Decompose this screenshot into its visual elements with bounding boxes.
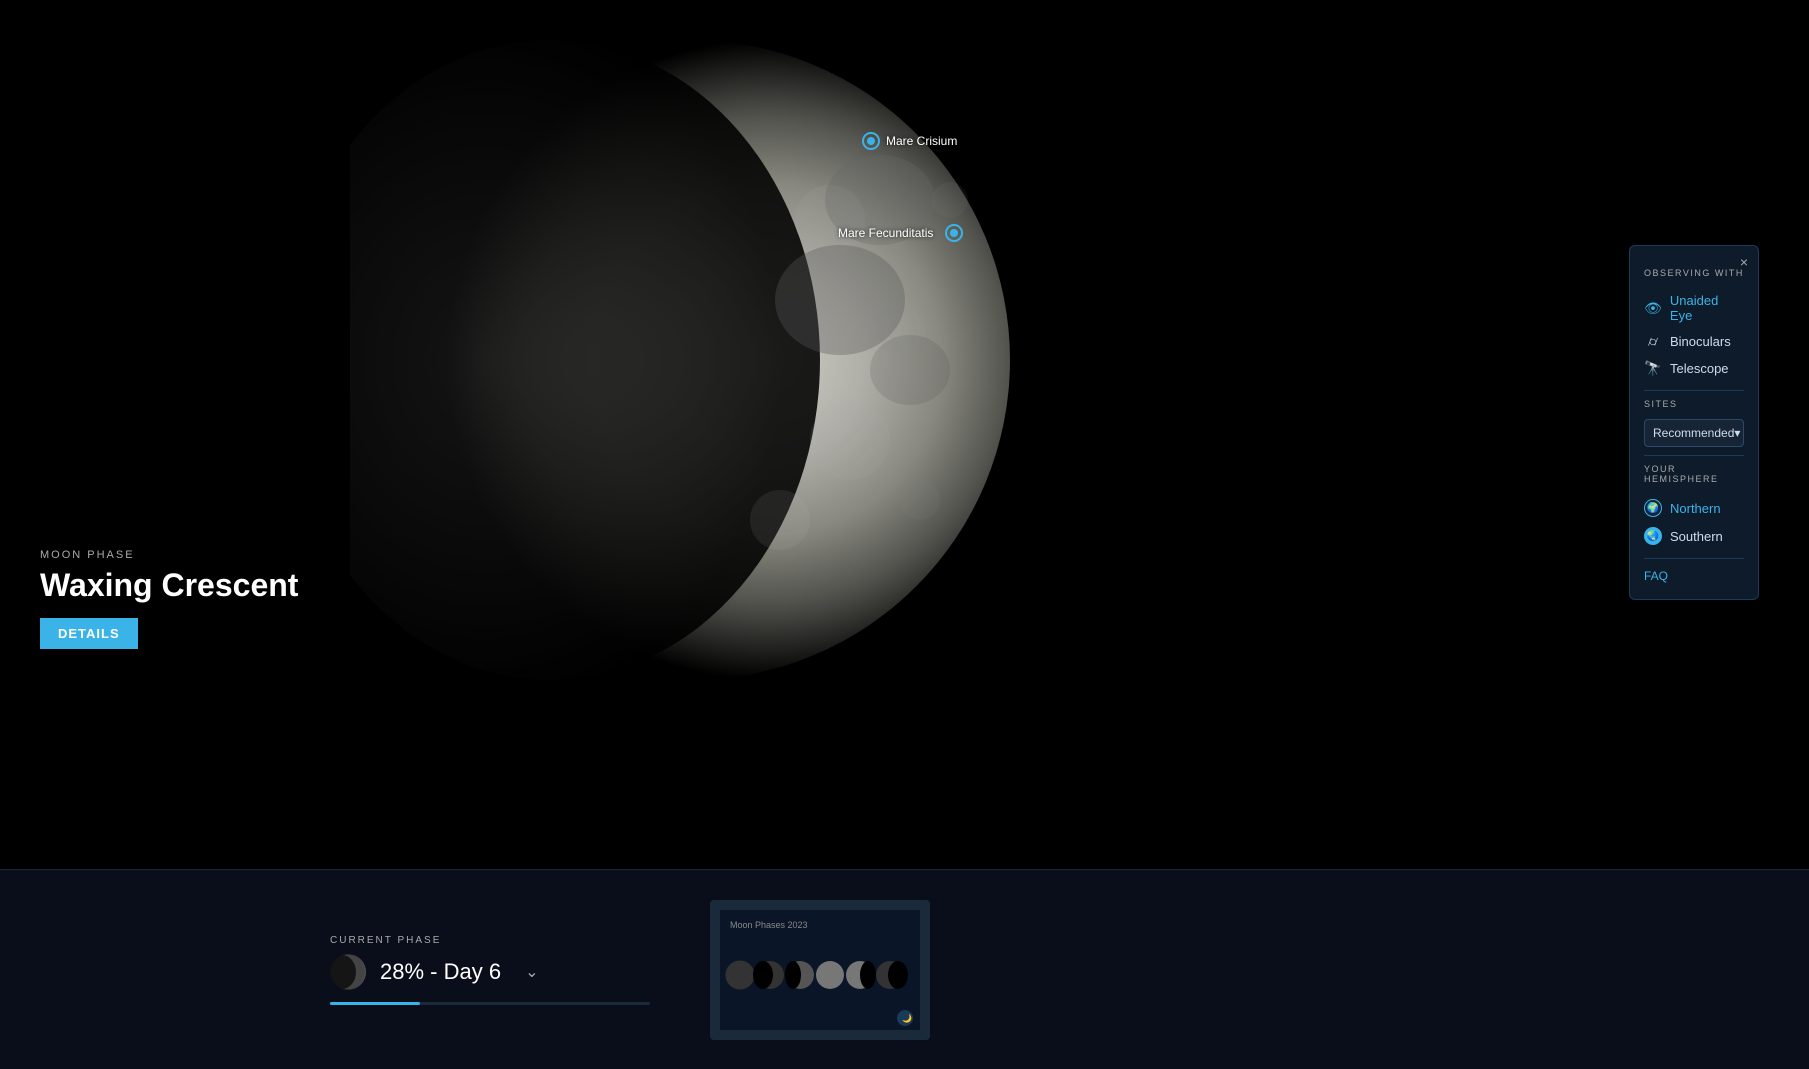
mare-fecunditatis-label: Mare Fecunditatis <box>838 226 933 240</box>
observing-with-title: OBSERVING WITH <box>1644 268 1744 278</box>
phase-percent-text: 28% - Day 6 <box>380 959 501 985</box>
moon-image <box>350 20 1030 700</box>
binoculars-label: Binoculars <box>1670 334 1731 349</box>
eye-icon: 👁 <box>1644 300 1662 317</box>
unaided-eye-option[interactable]: 👁 Unaided Eye <box>1644 288 1744 328</box>
southern-globe-icon: 🌏 <box>1644 527 1662 545</box>
telescope-option[interactable]: 🔭 Telescope <box>1644 355 1744 382</box>
telescope-label: Telescope <box>1670 361 1729 376</box>
phases-thumbnail-image: Moon Phases 2023 🌙 <box>720 910 920 1030</box>
phase-chevron-icon: ⌄ <box>525 962 538 982</box>
moon-phases-thumbnail[interactable]: Moon Phases 2023 🌙 <box>710 900 930 1040</box>
details-button[interactable]: DETAILS <box>40 618 138 649</box>
sites-dropdown[interactable]: Recommended ▾ <box>1644 419 1744 447</box>
moon-phase-info: MOON PHASE Waxing Crescent DETAILS <box>40 549 298 649</box>
small-moon-icon <box>330 954 366 990</box>
mare-crisium-marker[interactable]: Mare Crisium <box>862 132 957 150</box>
northern-label: Northern <box>1670 501 1721 516</box>
northern-globe-icon: 🌍 <box>1644 499 1662 517</box>
panel-close-button[interactable]: × <box>1740 254 1748 270</box>
panel-divider-2 <box>1644 455 1744 456</box>
sites-dropdown-label: Recommended <box>1653 426 1734 440</box>
bottom-bar: CURRENT PHASE 28% - Day 6 ⌄ Moon Phases … <box>0 869 1809 1069</box>
mare-crisium-label: Mare Crisium <box>886 134 957 148</box>
northern-hemisphere-option[interactable]: 🌍 Northern <box>1644 494 1744 522</box>
mare-fecunditatis-dot <box>945 224 963 242</box>
binoculars-icon: ⌭ <box>1644 333 1662 350</box>
svg-text:Moon Phases 2023: Moon Phases 2023 <box>730 920 808 930</box>
unaided-eye-label: Unaided Eye <box>1670 293 1744 323</box>
panel-divider-3 <box>1644 558 1744 559</box>
current-phase-section: CURRENT PHASE 28% - Day 6 ⌄ <box>330 935 650 1005</box>
phase-bar-fill <box>330 1002 420 1005</box>
southern-hemisphere-option[interactable]: 🌏 Southern <box>1644 522 1744 550</box>
current-phase-label: CURRENT PHASE <box>330 935 650 946</box>
observing-panel: × OBSERVING WITH 👁 Unaided Eye ⌭ Binocul… <box>1629 245 1759 600</box>
moon-phase-section-label: MOON PHASE <box>40 549 298 561</box>
mare-crisium-dot <box>862 132 880 150</box>
phase-percent-row[interactable]: 28% - Day 6 ⌄ <box>330 954 650 990</box>
mare-fecunditatis-marker[interactable]: Mare Fecunditatis <box>838 224 963 242</box>
hemisphere-title: YOUR HEMISPHERE <box>1644 464 1744 484</box>
panel-divider-1 <box>1644 390 1744 391</box>
phase-bar <box>330 1002 650 1005</box>
faq-link[interactable]: FAQ <box>1644 569 1744 583</box>
dropdown-chevron-icon: ▾ <box>1734 426 1740 440</box>
sites-title: SITES <box>1644 399 1744 409</box>
telescope-icon: 🔭 <box>1644 360 1662 377</box>
southern-label: Southern <box>1670 529 1723 544</box>
binoculars-option[interactable]: ⌭ Binoculars <box>1644 328 1744 355</box>
phase-name: Waxing Crescent <box>40 567 298 604</box>
svg-text:🌙: 🌙 <box>902 1013 912 1023</box>
